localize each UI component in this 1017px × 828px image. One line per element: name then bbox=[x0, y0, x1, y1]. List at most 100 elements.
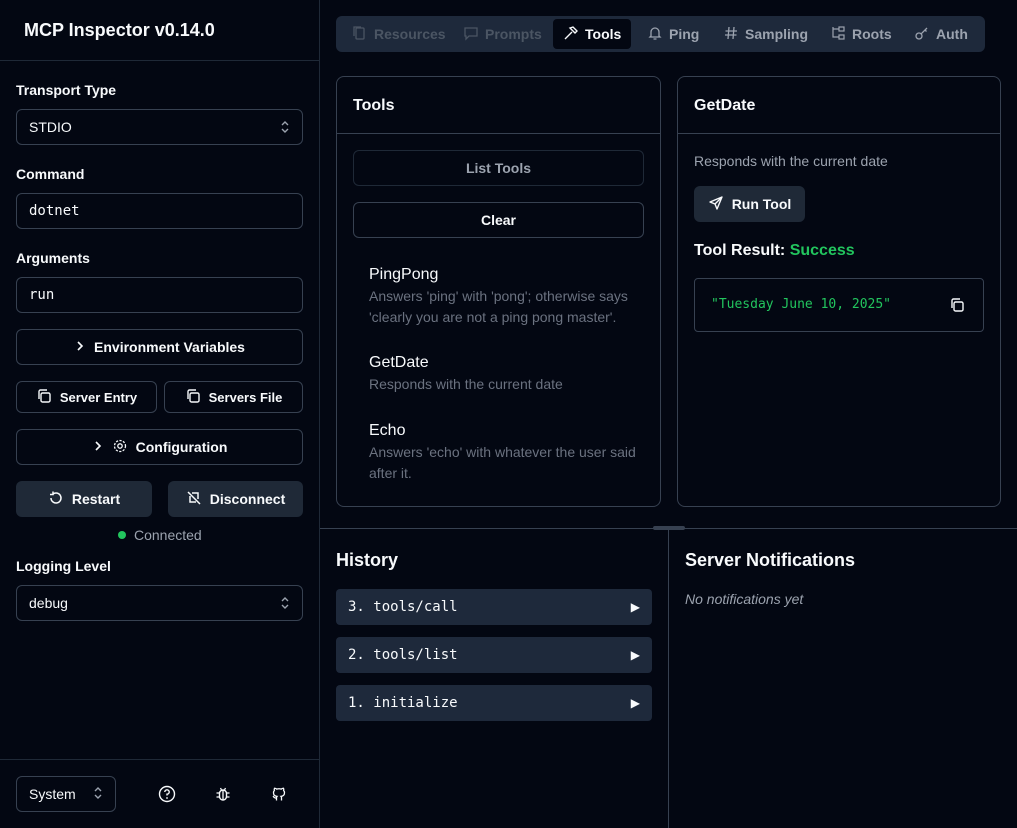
command-value: dotnet bbox=[29, 203, 80, 219]
run-tool-button[interactable]: Run Tool bbox=[694, 186, 805, 222]
environment-variables-button[interactable]: Environment Variables bbox=[16, 329, 303, 365]
copy-icon[interactable] bbox=[949, 297, 965, 316]
server-entry-button[interactable]: Server Entry bbox=[16, 381, 157, 413]
arguments-label: Arguments bbox=[16, 250, 90, 266]
files-icon bbox=[352, 25, 368, 44]
tool-result-box: "Tuesday June 10, 2025" bbox=[694, 278, 984, 332]
transport-type-select[interactable]: STDIO bbox=[16, 109, 303, 145]
server-notifications-title: Server Notifications bbox=[685, 550, 856, 570]
chevrons-up-down-icon bbox=[280, 596, 290, 610]
tab-resources[interactable]: Resources bbox=[342, 19, 456, 49]
disconnect-label: Disconnect bbox=[209, 491, 286, 507]
rotate-ccw-icon bbox=[48, 490, 64, 509]
disconnect-button[interactable]: Disconnect bbox=[168, 481, 303, 517]
key-icon bbox=[914, 25, 930, 44]
tool-detail-card: GetDate Responds with the current date R… bbox=[677, 76, 1001, 507]
divider bbox=[0, 759, 319, 760]
tab-auth[interactable]: Auth bbox=[904, 19, 978, 49]
restart-label: Restart bbox=[71, 491, 121, 507]
tool-description: Answers 'ping' with 'pong'; otherwise sa… bbox=[369, 288, 628, 325]
history-item[interactable]: 1. initialize ▶ bbox=[336, 685, 652, 721]
history-item[interactable]: 2. tools/list ▶ bbox=[336, 637, 652, 673]
tool-description: Answers 'echo' with whatever the user sa… bbox=[369, 444, 636, 481]
theme-select[interactable]: System bbox=[16, 776, 116, 812]
chevron-right-icon bbox=[74, 339, 86, 355]
help-icon[interactable] bbox=[156, 783, 178, 805]
history-item-label: 3. tools/call bbox=[348, 599, 458, 615]
tool-name: Echo bbox=[369, 422, 406, 439]
history-title: History bbox=[336, 550, 399, 570]
tool-item-getdate[interactable]: GetDate Responds with the current date bbox=[369, 354, 639, 395]
tab-ping[interactable]: Ping bbox=[637, 19, 709, 49]
sidebar: MCP Inspector v0.14.0 Transport Type STD… bbox=[0, 0, 320, 828]
tool-item-pingpong[interactable]: PingPong Answers 'ping' with 'pong'; oth… bbox=[369, 266, 639, 328]
command-input[interactable]: dotnet bbox=[16, 193, 303, 229]
tool-name: GetDate bbox=[369, 354, 429, 371]
play-icon: ▶ bbox=[630, 696, 640, 710]
tools-card-title: Tools bbox=[353, 97, 395, 114]
tool-result-heading: Tool Result: Success bbox=[694, 242, 855, 260]
bell-icon bbox=[647, 25, 663, 44]
app-title: MCP Inspector v0.14.0 bbox=[24, 20, 215, 40]
transport-type-value: STDIO bbox=[29, 119, 72, 135]
divider bbox=[337, 133, 660, 134]
divider bbox=[0, 60, 319, 61]
restart-button[interactable]: Restart bbox=[16, 481, 152, 517]
tool-description: Responds with the current date bbox=[369, 376, 563, 392]
history-item[interactable]: 3. tools/call ▶ bbox=[336, 589, 652, 625]
configuration-label: Configuration bbox=[135, 439, 228, 455]
tab-bar: Resources Prompts Tools Ping Sampling Ro… bbox=[336, 16, 985, 52]
tools-card: Tools List Tools Clear PingPong Answers … bbox=[336, 76, 661, 507]
github-icon[interactable] bbox=[268, 783, 290, 805]
servers-file-button[interactable]: Servers File bbox=[164, 381, 303, 413]
history-item-label: 1. initialize bbox=[348, 695, 458, 711]
tool-detail-title: GetDate bbox=[694, 97, 756, 114]
tool-detail-description: Responds with the current date bbox=[694, 153, 888, 169]
clear-label: Clear bbox=[480, 212, 517, 228]
tool-name: PingPong bbox=[369, 266, 439, 283]
copy-icon bbox=[185, 388, 201, 407]
clear-button[interactable]: Clear bbox=[353, 202, 644, 238]
play-icon: ▶ bbox=[630, 600, 640, 614]
chevrons-up-down-icon bbox=[280, 120, 290, 134]
configuration-button[interactable]: Configuration bbox=[16, 429, 303, 465]
connection-status: Connected bbox=[118, 527, 202, 543]
command-label: Command bbox=[16, 166, 85, 182]
tool-result-label: Tool Result: bbox=[694, 242, 786, 259]
play-icon: ▶ bbox=[630, 648, 640, 662]
theme-value: System bbox=[29, 786, 76, 802]
notifications-empty-text: No notifications yet bbox=[685, 591, 804, 607]
tab-label: Roots bbox=[852, 26, 892, 42]
environment-variables-label: Environment Variables bbox=[94, 339, 245, 355]
run-tool-label: Run Tool bbox=[731, 196, 792, 212]
history-item-label: 2. tools/list bbox=[348, 647, 458, 663]
tool-result-value: "Tuesday June 10, 2025" bbox=[711, 297, 892, 312]
transport-type-label: Transport Type bbox=[16, 82, 117, 98]
tab-sampling[interactable]: Sampling bbox=[713, 19, 818, 49]
tab-tools[interactable]: Tools bbox=[553, 19, 632, 49]
chevrons-up-down-icon bbox=[93, 786, 103, 803]
tab-label: Resources bbox=[374, 26, 446, 42]
servers-file-label: Servers File bbox=[208, 389, 283, 405]
vertical-divider bbox=[668, 529, 669, 828]
logging-level-label: Logging Level bbox=[16, 558, 111, 574]
hash-icon bbox=[723, 25, 739, 44]
tab-prompts[interactable]: Prompts bbox=[453, 19, 552, 49]
tool-result-status: Success bbox=[789, 242, 855, 259]
bug-icon[interactable] bbox=[212, 783, 234, 805]
arguments-value: run bbox=[29, 287, 55, 303]
list-tools-button[interactable]: List Tools bbox=[353, 150, 644, 186]
resize-handle[interactable] bbox=[653, 526, 685, 530]
gear-icon bbox=[112, 438, 128, 457]
chevron-right-icon bbox=[92, 439, 104, 455]
logging-level-select[interactable]: debug bbox=[16, 585, 303, 621]
tab-label: Sampling bbox=[745, 26, 809, 42]
tab-label: Ping bbox=[669, 26, 700, 42]
message-icon bbox=[463, 25, 479, 44]
arguments-input[interactable]: run bbox=[16, 277, 303, 313]
tool-item-echo[interactable]: Echo Answers 'echo' with whatever the us… bbox=[369, 422, 639, 484]
hammer-icon bbox=[563, 25, 579, 44]
tab-roots[interactable]: Roots bbox=[820, 19, 902, 49]
tab-label: Tools bbox=[585, 26, 622, 42]
unplug-icon bbox=[186, 490, 202, 509]
